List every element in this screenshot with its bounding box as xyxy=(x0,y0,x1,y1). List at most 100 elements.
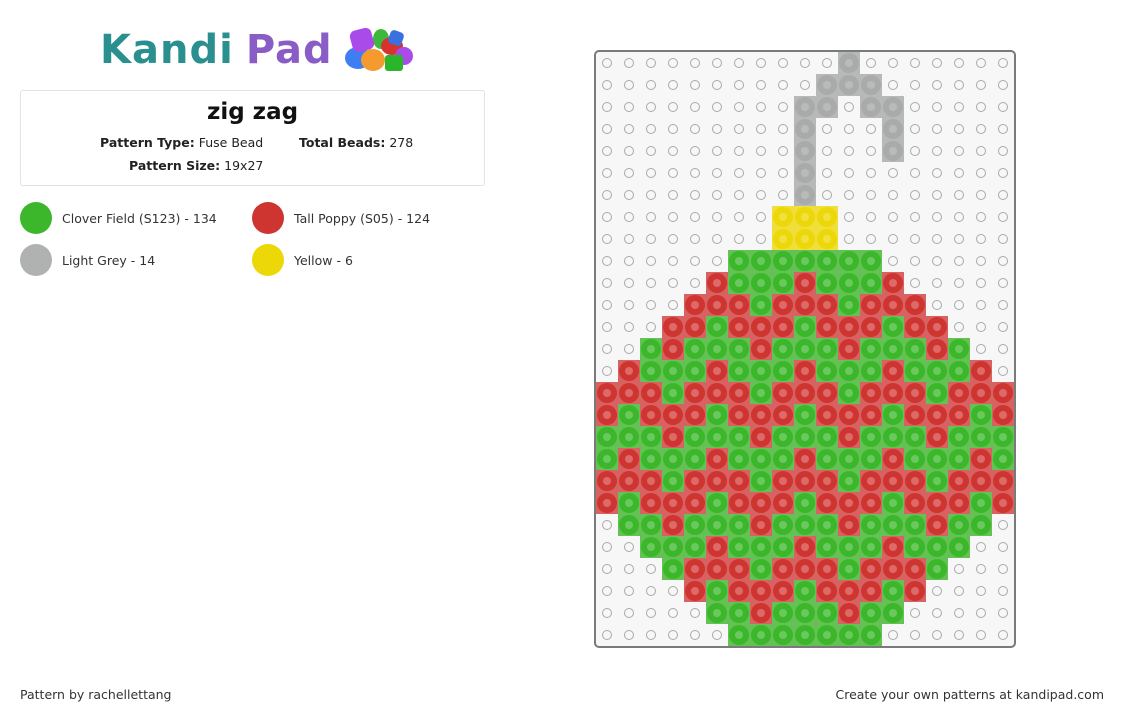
empty-peg xyxy=(618,52,640,74)
empty-peg xyxy=(926,228,948,250)
empty-peg xyxy=(662,272,684,294)
bead-clover-field xyxy=(794,404,816,426)
empty-peg xyxy=(948,294,970,316)
bead-clover-field xyxy=(640,536,662,558)
kandipad-link[interactable]: Create your own patterns at kandipad.com xyxy=(835,687,1104,702)
bead-tall-poppy xyxy=(860,294,882,316)
bead-clover-field xyxy=(860,448,882,470)
empty-peg xyxy=(772,52,794,74)
empty-peg xyxy=(992,184,1014,206)
empty-peg xyxy=(948,118,970,140)
bead-clover-field xyxy=(926,536,948,558)
bead-tall-poppy xyxy=(904,382,926,404)
bead-light-grey xyxy=(860,96,882,118)
bead-clover-field xyxy=(926,448,948,470)
bead-clover-field xyxy=(904,448,926,470)
bead-clover-field xyxy=(882,602,904,624)
empty-peg xyxy=(926,52,948,74)
empty-peg xyxy=(948,228,970,250)
bead-tall-poppy xyxy=(970,382,992,404)
empty-peg xyxy=(662,602,684,624)
bead-tall-poppy xyxy=(860,382,882,404)
bead-clover-field xyxy=(948,338,970,360)
bead-clover-field xyxy=(816,624,838,646)
bead-tall-poppy xyxy=(662,338,684,360)
empty-peg xyxy=(750,206,772,228)
color-swatch xyxy=(252,244,284,276)
legend-item-clover-field: Clover Field (S123) - 134 xyxy=(20,202,217,234)
empty-peg xyxy=(970,536,992,558)
empty-peg xyxy=(640,228,662,250)
empty-peg xyxy=(596,162,618,184)
bead-light-grey xyxy=(816,96,838,118)
bead-tall-poppy xyxy=(750,602,772,624)
bead-tall-poppy xyxy=(992,470,1014,492)
bead-light-grey xyxy=(794,140,816,162)
bead-tall-poppy xyxy=(904,492,926,514)
bead-tall-poppy xyxy=(838,316,860,338)
bead-clover-field xyxy=(970,426,992,448)
bead-pattern-board xyxy=(594,50,1016,648)
empty-peg xyxy=(662,118,684,140)
bead-clover-field xyxy=(684,338,706,360)
bead-clover-field xyxy=(618,514,640,536)
bead-tall-poppy xyxy=(706,294,728,316)
bead-light-grey xyxy=(794,184,816,206)
empty-peg xyxy=(596,536,618,558)
bead-tall-poppy xyxy=(816,382,838,404)
empty-peg xyxy=(838,140,860,162)
empty-peg xyxy=(618,184,640,206)
bead-clover-field xyxy=(728,250,750,272)
bead-tall-poppy xyxy=(706,272,728,294)
bead-tall-poppy xyxy=(882,536,904,558)
empty-peg xyxy=(596,514,618,536)
kandi-pad-logo[interactable]: Kandi Pad xyxy=(100,24,415,76)
bead-clover-field xyxy=(882,580,904,602)
empty-peg xyxy=(948,558,970,580)
empty-peg xyxy=(992,624,1014,646)
empty-peg xyxy=(904,228,926,250)
bead-clover-field xyxy=(728,514,750,536)
empty-peg xyxy=(948,74,970,96)
bead-clover-field xyxy=(904,360,926,382)
bead-tall-poppy xyxy=(816,558,838,580)
empty-peg xyxy=(640,184,662,206)
bead-tall-poppy xyxy=(904,470,926,492)
empty-peg xyxy=(684,602,706,624)
bead-clover-field xyxy=(640,360,662,382)
empty-peg xyxy=(640,74,662,96)
bead-light-grey xyxy=(882,140,904,162)
empty-peg xyxy=(948,140,970,162)
bead-tall-poppy xyxy=(882,448,904,470)
empty-peg xyxy=(816,52,838,74)
empty-peg xyxy=(618,536,640,558)
empty-peg xyxy=(684,272,706,294)
empty-peg xyxy=(860,228,882,250)
empty-peg xyxy=(992,250,1014,272)
empty-peg xyxy=(618,162,640,184)
bead-clover-field xyxy=(772,250,794,272)
legend-item-light-grey: Light Grey - 14 xyxy=(20,244,155,276)
bead-clover-field xyxy=(728,624,750,646)
bead-tall-poppy xyxy=(596,470,618,492)
bead-tall-poppy xyxy=(706,382,728,404)
bead-clover-field xyxy=(750,382,772,404)
bead-clover-field xyxy=(662,360,684,382)
empty-peg xyxy=(662,74,684,96)
bead-tall-poppy xyxy=(684,404,706,426)
empty-peg xyxy=(684,52,706,74)
bead-tall-poppy xyxy=(816,294,838,316)
bead-tall-poppy xyxy=(750,492,772,514)
bead-clover-field xyxy=(794,580,816,602)
empty-peg xyxy=(838,228,860,250)
empty-peg xyxy=(684,624,706,646)
bead-clover-field xyxy=(794,250,816,272)
empty-peg xyxy=(970,118,992,140)
bead-clover-field xyxy=(750,294,772,316)
empty-peg xyxy=(970,624,992,646)
bead-tall-poppy xyxy=(728,580,750,602)
bead-tall-poppy xyxy=(596,382,618,404)
bead-tall-poppy xyxy=(816,580,838,602)
empty-peg xyxy=(992,118,1014,140)
bead-clover-field xyxy=(684,514,706,536)
